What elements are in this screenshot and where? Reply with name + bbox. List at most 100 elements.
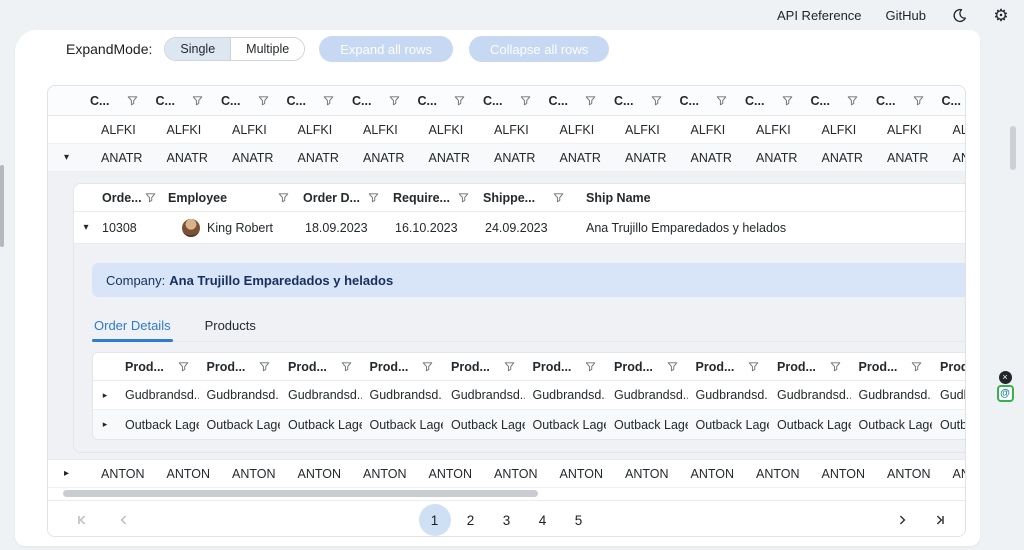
filter-icon[interactable] [504,361,515,372]
column-header[interactable]: Prod... [606,360,688,374]
at-badge-icon[interactable]: @ [997,385,1014,402]
grid-cell: ALFKI [347,123,413,137]
expand-mode-single-button[interactable]: Single [165,38,230,60]
github-link[interactable]: GitHub [886,8,926,23]
column-header[interactable]: C... [544,94,610,108]
pager-next-page-icon[interactable] [886,504,918,536]
api-reference-link[interactable]: API Reference [777,8,862,23]
column-header[interactable]: Shippe... [477,191,572,205]
column-header[interactable]: C... [85,94,151,108]
filter-icon[interactable] [145,192,156,203]
pager-page-4[interactable]: 4 [527,504,559,536]
column-header[interactable]: Prod... [362,360,444,374]
pager-pages: 12345 [48,504,965,536]
column-header[interactable]: Order D... [297,191,387,205]
column-header[interactable]: C... [282,94,348,108]
filter-icon[interactable] [259,361,270,372]
filter-icon[interactable] [323,95,334,106]
filter-icon[interactable] [520,95,531,106]
filter-icon[interactable] [368,192,379,203]
filter-icon[interactable] [667,361,678,372]
order-row-10308[interactable]: ▾10308King Robert18.09.202316.10.202324.… [74,212,966,244]
column-header[interactable]: Prod... [851,360,933,374]
filter-icon[interactable] [748,361,759,372]
column-header[interactable]: Prod... [199,360,281,374]
column-header[interactable]: C... [740,94,806,108]
collapse-all-rows-button[interactable]: Collapse all rows [469,36,609,62]
column-header[interactable]: C... [609,94,675,108]
expand-mode-multiple-button[interactable]: Multiple [230,38,304,60]
close-icon[interactable]: × [999,371,1012,384]
grid-cell: ALFKI [740,123,806,137]
filter-icon[interactable] [389,95,400,106]
row-expand-right-icon[interactable]: ▸ [93,390,117,401]
filter-icon[interactable] [258,95,269,106]
filter-icon[interactable] [278,192,289,203]
filter-icon[interactable] [830,361,841,372]
column-header[interactable]: Prod... [769,360,851,374]
row-expand-right-icon[interactable]: ▸ [93,419,117,430]
grid-cell: ANTON [937,467,967,481]
column-header[interactable]: C... [806,94,872,108]
employee-avatar [182,219,200,237]
filter-icon[interactable] [422,361,433,372]
column-header[interactable]: Prod... [688,360,770,374]
pager-page-1[interactable]: 1 [419,504,451,536]
filter-icon[interactable] [911,361,922,372]
column-header[interactable]: Ship Name [572,191,966,205]
column-header[interactable]: Require... [387,191,477,205]
pager-page-3[interactable]: 3 [491,504,523,536]
column-header[interactable]: C... [675,94,741,108]
filter-icon[interactable] [454,95,465,106]
grid-cell: Gudbrandsd... [688,388,770,402]
tab-products[interactable]: Products [203,311,258,341]
tab-order-details[interactable]: Order Details [92,311,173,341]
column-header[interactable]: Prod... [117,360,199,374]
filter-icon[interactable] [651,95,662,106]
filter-icon[interactable] [585,95,596,106]
column-header[interactable]: C... [347,94,413,108]
column-header[interactable]: Prod... [280,360,362,374]
row-expand-down-icon[interactable]: ▾ [74,222,98,233]
filter-icon[interactable] [553,192,564,203]
product-row-outback-lager[interactable]: ▸Outback LagerOutback LagerOutback Lager… [93,410,966,439]
grid-row-alfki[interactable]: ALFKIALFKIALFKIALFKIALFKIALFKIALFKIALFKI… [48,116,965,144]
horizontal-scrollbar [48,488,965,500]
filter-icon[interactable] [341,361,352,372]
pager-page-2[interactable]: 2 [455,504,487,536]
column-header[interactable]: Prod... [525,360,607,374]
horizontal-scrollbar-thumb[interactable] [63,490,538,497]
filter-icon[interactable] [127,95,138,106]
pager-last-page-icon[interactable] [924,504,956,536]
filter-icon[interactable] [782,95,793,106]
row-expand-down-icon[interactable]: ▾ [48,152,85,163]
column-header[interactable]: C... [937,94,967,108]
left-page-scrollbar-thumb[interactable] [0,165,4,247]
filter-icon[interactable] [847,95,858,106]
column-header[interactable]: Orde... [98,191,162,205]
column-header[interactable]: C... [151,94,217,108]
right-page-scrollbar-thumb[interactable] [1010,126,1016,170]
column-header[interactable]: Employee [162,191,297,205]
filter-icon[interactable] [913,95,924,106]
dark-mode-moon-icon[interactable] [950,6,968,24]
filter-icon[interactable] [716,95,727,106]
customers-grid: C...C...C...C...C...C...C...C...C...C...… [47,85,966,537]
filter-icon[interactable] [458,192,469,203]
grid-row-anatr[interactable]: ▾ANATRANATRANATRANATRANATRANATRANATRANAT… [48,144,965,172]
column-header[interactable]: C... [413,94,479,108]
column-header[interactable]: Prod... [932,360,966,374]
pager-page-5[interactable]: 5 [563,504,595,536]
column-header[interactable]: C... [478,94,544,108]
expand-all-rows-button[interactable]: Expand all rows [319,36,453,62]
filter-icon[interactable] [192,95,203,106]
row-expand-right-icon[interactable]: ▸ [48,468,85,479]
column-header[interactable]: C... [871,94,937,108]
grid-row-anton[interactable]: ▸ANTONANTONANTONANTONANTONANTONANTONANTO… [48,460,965,488]
product-row-gudbrandsdalsost[interactable]: ▸Gudbrandsd...Gudbrandsd...Gudbrandsd...… [93,381,966,410]
settings-gear-icon[interactable]: ⚙ [992,6,1010,24]
column-header[interactable]: C... [216,94,282,108]
column-header[interactable]: Prod... [443,360,525,374]
filter-icon[interactable] [178,361,189,372]
filter-icon[interactable] [585,361,596,372]
